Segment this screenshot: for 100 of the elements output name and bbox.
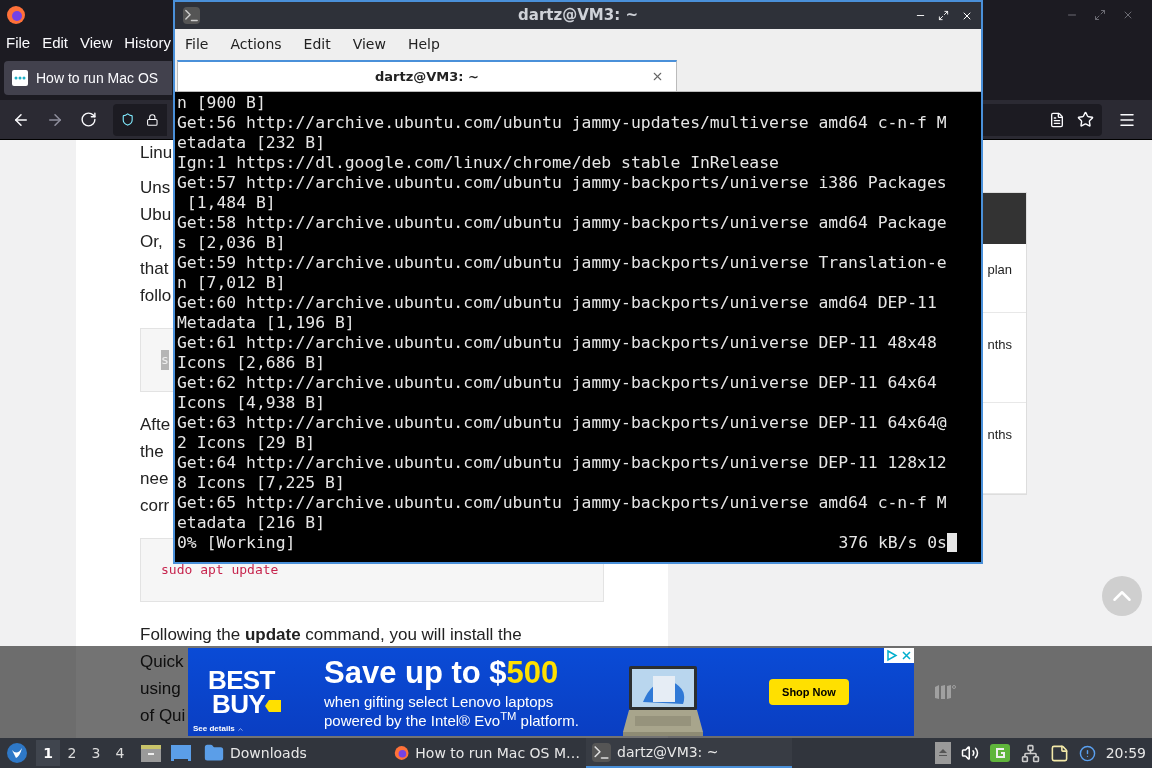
site-icon bbox=[12, 70, 28, 86]
task-button[interactable]: Downloads bbox=[198, 738, 388, 768]
paragraph-line: Quick bbox=[140, 651, 184, 673]
menu-item[interactable]: History bbox=[124, 31, 171, 55]
card-text: plan bbox=[987, 261, 1012, 280]
paragraph-line: that bbox=[140, 258, 169, 280]
menu-item[interactable]: View bbox=[80, 31, 113, 55]
code-text: s bbox=[161, 350, 169, 370]
start-menu-icon[interactable] bbox=[6, 742, 28, 764]
card-text: nths bbox=[987, 426, 1012, 445]
terminal-line: Get:57 http://archive.ubuntu.com/ubuntu jammy-backports/universe i386 Packages bbox=[177, 173, 947, 193]
terminal-line: Icons [2,686 B] bbox=[177, 353, 326, 373]
browser-logo-icon bbox=[6, 5, 26, 25]
bookmark-star-icon[interactable] bbox=[1077, 111, 1094, 128]
paragraph-line: nee bbox=[140, 468, 169, 490]
paragraph-line: Afte bbox=[140, 414, 171, 436]
ad-headline: Save up to $ bbox=[324, 654, 507, 692]
paragraph-line: corr bbox=[140, 495, 170, 517]
logo-text: BUY bbox=[212, 692, 265, 716]
terminal-line: Icons [4,938 B] bbox=[177, 393, 326, 413]
ad-choices-icon[interactable] bbox=[884, 648, 899, 663]
terminal-line: Get:61 http://archive.ubuntu.com/ubuntu jammy-backports/universe DEP-11 48x48 bbox=[177, 333, 937, 353]
terminal-line: Get:65 http://archive.ubuntu.com/ubuntu jammy-backports/universe amd64 c-n-f M bbox=[177, 493, 947, 513]
terminal-line: Get:56 http://archive.ubuntu.com/ubuntu jammy-updates/multiverse amd64 c-n-f M bbox=[177, 113, 947, 133]
task-button[interactable]: dartz@VM3: ~ bbox=[586, 738, 792, 768]
window-title: dartz@VM3: ~ bbox=[518, 5, 638, 27]
terminal-line: 8 Icons [7,225 B] bbox=[177, 473, 345, 493]
g-logo-icon[interactable] bbox=[988, 742, 1011, 764]
ad-text: powered by the Intel® Evo$^{TM}$ platform. bbox=[324, 711, 579, 730]
menu-item[interactable]: Edit bbox=[303, 33, 331, 55]
terminal-line: Get:64 http://archive.ubuntu.com/ubuntu jammy-backports/universe DEP-11 128x12 bbox=[177, 453, 947, 473]
card-text: nths bbox=[987, 335, 1012, 354]
workspace-button[interactable]: 1 bbox=[36, 740, 60, 766]
caret-icon bbox=[236, 725, 244, 733]
folder-icon bbox=[204, 743, 224, 763]
lock-icon[interactable] bbox=[146, 111, 159, 128]
notes-icon[interactable] bbox=[1049, 743, 1069, 763]
volume-icon[interactable] bbox=[960, 744, 979, 762]
workspace-button[interactable]: 3 bbox=[84, 740, 108, 766]
address-bar[interactable] bbox=[982, 103, 1102, 136]
menu-item[interactable]: File bbox=[185, 33, 209, 55]
terminal-line: Get:63 http://archive.ubuntu.com/ubuntu jammy-backports/universe DEP-11 64x64@ bbox=[177, 413, 947, 433]
menu-item[interactable]: Help bbox=[407, 33, 440, 55]
terminal-line: n [7,012 B] bbox=[177, 273, 286, 293]
see-details-link[interactable]: See details bbox=[193, 723, 235, 735]
terminal-line: s [2,036 B] bbox=[177, 233, 286, 253]
maximize-icon[interactable] bbox=[938, 9, 949, 21]
terminal-icon bbox=[592, 742, 611, 762]
paragraph-line: the bbox=[140, 441, 164, 463]
terminal-line: n [900 B] bbox=[177, 93, 266, 113]
ad-banner[interactable]: BEST BUY See details Save up to $500 when gifting select Lenovo laptops powered by the Intel® Evo$^{TM}$ platform. Shop Now bbox=[188, 648, 914, 736]
terminal-line: Get:59 http://archive.ubuntu.com/ubuntu jammy-backports/universe Translation-e bbox=[177, 253, 947, 273]
clock: 20:59 bbox=[1105, 743, 1146, 763]
shop-now-button[interactable]: Shop Now bbox=[768, 679, 849, 705]
file-cabinet-icon[interactable] bbox=[140, 743, 162, 763]
network-icon[interactable] bbox=[1020, 743, 1040, 763]
logo-icon bbox=[934, 684, 956, 700]
terminal-line: Ign:1 https://dl.google.com/linux/chrome/deb stable InRelease bbox=[177, 153, 779, 173]
shield-icon[interactable] bbox=[121, 111, 135, 128]
paragraph-line: Ubu bbox=[140, 204, 172, 226]
paragraph-line: Uns bbox=[140, 177, 171, 199]
paragraph-line: follo bbox=[140, 285, 172, 307]
ad-headline-highlight: 500 bbox=[506, 654, 559, 692]
paragraph-line: Or, bbox=[140, 231, 163, 253]
terminal-tab[interactable]: dartz@VM3: ~ bbox=[177, 60, 677, 91]
terminal-line: 2 Icons [29 B] bbox=[177, 433, 316, 453]
paragraph-line: Following the update command, you will install the bbox=[140, 624, 522, 646]
menu-item[interactable]: Actions bbox=[230, 33, 282, 55]
terminal-line: [1,484 B] bbox=[185, 193, 276, 213]
paragraph-line: Linu bbox=[140, 142, 173, 164]
terminal-line: Get:62 http://archive.ubuntu.com/ubuntu jammy-backports/universe DEP-11 64x64 bbox=[177, 373, 937, 393]
terminal-line: etadata [216 B] bbox=[177, 513, 326, 533]
browser-tab[interactable]: How to run Mac OS bbox=[4, 61, 172, 95]
logo-text: BEST bbox=[208, 668, 276, 692]
paragraph-line: using bbox=[140, 678, 181, 700]
eject-icon[interactable] bbox=[934, 742, 951, 764]
workspace-button[interactable]: 4 bbox=[108, 740, 132, 766]
paragraph-line: of Qui bbox=[140, 705, 186, 727]
alert-icon[interactable] bbox=[1078, 744, 1096, 762]
terminal-line: 0% [Working] bbox=[177, 533, 296, 553]
address-bar[interactable] bbox=[113, 103, 167, 136]
terminal-line: 376 kB/s 0s bbox=[838, 533, 947, 553]
tag-icon bbox=[264, 700, 281, 712]
terminal-line: Metadata [1,196 B] bbox=[177, 313, 355, 333]
browser-logo-icon bbox=[394, 743, 410, 763]
task-button[interactable]: How to run Mac OS M… bbox=[388, 738, 586, 768]
terminal-line: Get:60 http://archive.ubuntu.com/ubuntu jammy-backports/universe amd64 DEP-11 bbox=[177, 293, 937, 313]
menu-item[interactable]: View bbox=[352, 33, 386, 55]
ad-text: when gifting select Lenovo laptops bbox=[324, 692, 555, 711]
workspace-button[interactable]: 2 bbox=[60, 740, 84, 766]
terminal-line: Get:58 http://archive.ubuntu.com/ubuntu jammy-backports/universe amd64 Package bbox=[177, 213, 947, 233]
menu-item[interactable]: Edit bbox=[42, 31, 69, 55]
reload-icon[interactable] bbox=[80, 111, 97, 128]
reader-view-icon[interactable] bbox=[1049, 111, 1065, 128]
code-text: sudo apt update bbox=[161, 561, 279, 580]
desktop-icon[interactable] bbox=[170, 744, 192, 762]
terminal-icon bbox=[183, 7, 200, 24]
terminal-line: etadata [232 B] bbox=[177, 133, 326, 153]
menu-item[interactable]: File bbox=[6, 31, 31, 55]
close-tab-icon[interactable] bbox=[651, 70, 664, 83]
